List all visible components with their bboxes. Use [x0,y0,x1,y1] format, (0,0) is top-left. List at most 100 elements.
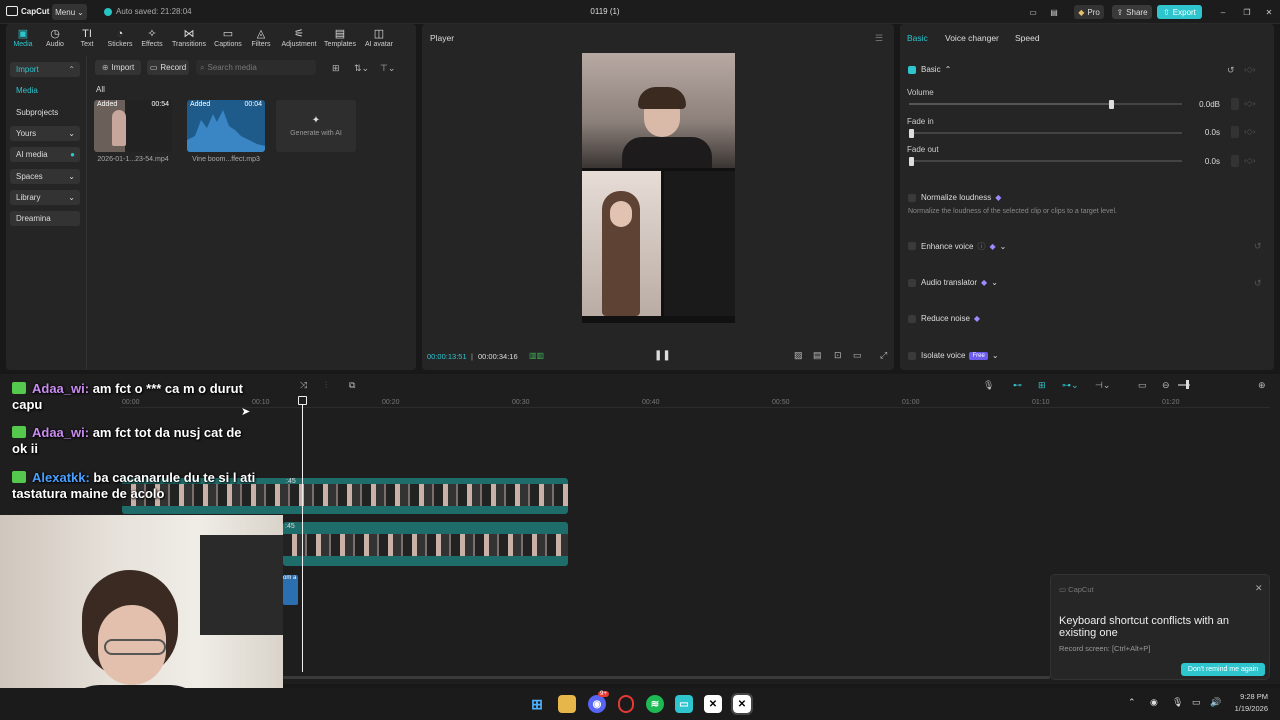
generate-ai-card[interactable]: ✦ Generate with AI [276,100,356,152]
app-icon[interactable]: ▭ [675,695,693,713]
tray-chevron-icon[interactable]: ⌃ [1128,697,1136,708]
enhance-voice-checkbox[interactable] [908,242,916,250]
align-icon[interactable]: ⊣⌄ [1095,380,1110,391]
sort-icon[interactable]: ⇅⌄ [354,63,369,74]
capcut-active-icon[interactable]: ✕ [731,693,753,715]
snap-icon[interactable]: ⊶⌄ [1062,380,1079,391]
volume-value[interactable]: 0.0dB [1190,100,1220,109]
tab-captions[interactable]: ▭ Captions [211,28,245,48]
reduce-noise-checkbox[interactable] [908,315,916,323]
reset-icon[interactable]: ↺ [1254,278,1262,289]
volume-icon[interactable]: 🔊 [1210,697,1221,708]
clock-time[interactable]: 9:28 PM [1228,692,1268,701]
windows-start-icon[interactable]: ⊞ [528,695,546,713]
reduce-noise-section[interactable]: Reduce noise ◆ [921,314,980,323]
pip-icon[interactable]: ▨ [794,350,803,361]
media-item-audio[interactable]: Added 00:04 [187,100,265,152]
nav-media[interactable]: Media [10,83,80,98]
volume-slider[interactable] [909,100,1182,109]
fade-out-stepper[interactable] [1231,155,1239,167]
layout-icon[interactable]: ▭ [1026,5,1040,19]
ratio-icon[interactable]: ▭ [853,350,862,361]
tab-effects[interactable]: ✧ Effects [135,28,169,48]
enhance-voice-section[interactable]: Enhance voice ⓘ ◆ ⌄ [921,241,1006,252]
microphone-icon[interactable]: 🎙 [983,380,994,391]
pause-icon[interactable]: ❚❚ [654,350,671,361]
nav-library[interactable]: Library ⌄ [10,190,80,205]
fullscreen-icon[interactable]: ⤢ [880,350,887,361]
magnet-icon[interactable]: ⊞ [1038,380,1046,391]
tab-templates[interactable]: ▤ Templates [321,28,359,48]
volume-stepper[interactable] [1231,98,1239,110]
tab-voice-changer[interactable]: Voice changer [945,33,999,43]
tab-speed[interactable]: Speed [1015,33,1040,43]
dont-remind-button[interactable]: Don't remind me again [1181,663,1265,676]
audio-translator-section[interactable]: Audio translator ◆ ⌄ [921,278,998,287]
fade-out-value[interactable]: 0.0s [1190,157,1220,166]
import-button[interactable]: ⊕ Import [95,60,141,75]
maximize-icon[interactable]: ❐ [1242,5,1252,19]
fade-out-slider[interactable] [909,157,1182,166]
discord-icon[interactable]: ◉ [588,695,606,713]
pro-button[interactable]: ◆ Pro [1074,5,1104,19]
network-icon[interactable]: ▭ [1192,697,1201,708]
export-button[interactable]: ⇧ Export [1157,5,1202,19]
keyframe-icon[interactable]: ‹◇› [1244,156,1255,165]
nav-ai-media[interactable]: AI media ● [10,147,80,162]
tab-ai-avatar[interactable]: ◫ AI avatar [360,28,398,48]
tab-stickers[interactable]: ◔ Stickers [103,28,137,48]
fade-in-slider[interactable] [909,129,1182,138]
slider-knob[interactable] [909,157,914,166]
close-icon[interactable]: ✕ [1264,5,1274,19]
audio-clip[interactable]: om a [283,575,298,605]
basic-checkbox[interactable] [908,66,916,74]
file-explorer-icon[interactable] [558,695,576,713]
video-preview[interactable] [582,53,735,323]
hamburger-icon[interactable]: ☰ [875,33,883,44]
normalize-checkbox[interactable] [908,194,916,202]
grid-view-icon[interactable]: ⊞ [332,63,340,74]
nav-import[interactable]: Import ⌃ [10,62,80,77]
zoom-knob[interactable] [1186,380,1189,389]
tab-filters[interactable]: ◬ Filters [244,28,278,48]
reset-icon[interactable]: ↺ [1254,241,1262,252]
isolate-voice-checkbox[interactable] [908,352,916,360]
mic-tray-icon[interactable]: 🎙 [1172,697,1183,708]
tab-audio[interactable]: ◷ Audio [38,28,72,48]
filter-all[interactable]: All [96,85,105,94]
opera-icon[interactable] [618,695,634,713]
hd-icon[interactable]: ▤ [813,350,822,361]
minimize-icon[interactable]: – [1218,5,1228,19]
playhead[interactable] [302,396,303,672]
capcut-icon[interactable]: ✕ [704,695,722,713]
preview-axis-icon[interactable]: ▭ [1138,380,1147,391]
zoom-out-icon[interactable]: ⊖ [1162,380,1170,391]
audio-translator-checkbox[interactable] [908,279,916,287]
video-clip-overlay[interactable]: :45 [283,522,568,566]
keyframe-icon[interactable]: ‹◇› [1244,99,1255,108]
keyframe-icon[interactable]: ‹◇› [1244,65,1255,74]
keyframe-icon[interactable]: ‹◇› [1244,127,1255,136]
fade-in-value[interactable]: 0.0s [1190,128,1220,137]
nav-spaces[interactable]: Spaces ⌄ [10,169,80,184]
nav-yours[interactable]: Yours ⌄ [10,126,80,141]
timeline-scrollbar[interactable] [283,676,1050,679]
tab-transitions[interactable]: ⋈ Transitions [172,28,206,48]
playhead-handle[interactable] [298,396,307,405]
split-icon[interactable]: ⤨ [300,380,307,391]
shortcuts-icon[interactable]: ▤ [1044,5,1064,19]
discord-tray-icon[interactable]: ◉ [1150,697,1158,708]
fade-in-stepper[interactable] [1231,126,1239,138]
link-icon[interactable]: ⊷ [1013,380,1022,391]
record-button[interactable]: ▭ Record [147,60,189,75]
menu-button[interactable]: Menu ⌄ [52,4,87,20]
marker-icon[interactable]: ⫶ [325,380,327,391]
clock-date[interactable]: 1/19/2026 [1222,704,1268,713]
nav-subprojects[interactable]: Subprojects [10,105,80,120]
reset-icon[interactable]: ↺ [1227,65,1235,76]
fit-icon[interactable]: ⊡ [834,350,842,361]
close-icon[interactable]: ✕ [1255,583,1263,594]
tab-adjustment[interactable]: ⚟ Adjustment [281,28,317,48]
tab-basic[interactable]: Basic [907,33,928,43]
slider-knob[interactable] [909,129,914,138]
